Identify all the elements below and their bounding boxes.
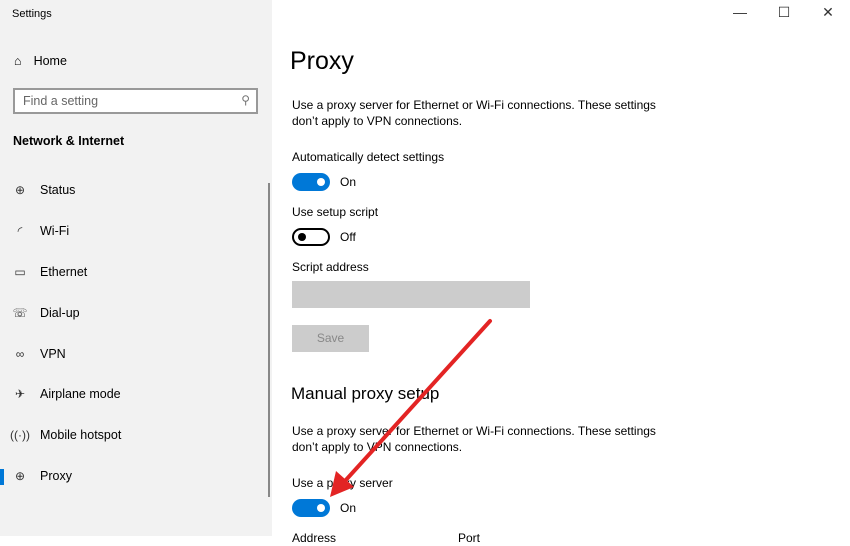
window-controls: — ☐ ✕ — [718, 4, 850, 21]
page-title: Proxy — [290, 47, 354, 75]
sidebar-item-label: Wi-Fi — [40, 224, 70, 239]
sidebar-item-airplane-mode[interactable]: ✈ Airplane mode — [0, 374, 260, 415]
sidebar-item-label: Proxy — [40, 468, 72, 483]
vpn-icon: ∞ — [15, 346, 25, 361]
home-label: Home — [33, 54, 67, 68]
maximize-button[interactable]: ☐ — [762, 4, 806, 21]
use-proxy-state: On — [340, 501, 357, 515]
script-address-label: Script address — [292, 260, 369, 274]
wifi-icon: ◜ — [17, 224, 23, 239]
scrollbar[interactable] — [268, 183, 270, 497]
description-line: Use a proxy server for Ethernet or Wi-Fi… — [292, 98, 656, 112]
sidebar-item-dial-up[interactable]: ☏ Dial-up — [0, 292, 260, 333]
sidebar-item-label: VPN — [40, 346, 66, 361]
home-icon: ⌂ — [14, 54, 22, 68]
close-button[interactable]: ✕ — [806, 4, 850, 21]
sidebar-item-wi-fi[interactable]: ◜ Wi-Fi — [0, 211, 260, 252]
address-label: Address — [292, 531, 337, 545]
auto-detect-toggle[interactable] — [292, 173, 330, 191]
nav-list: ⊕ Status ◜ Wi-Fi ▭ Ethernet ☏ Dial-up ∞ VPN ✈ Airpl… — [0, 170, 260, 496]
home-nav[interactable]: ⌂ Home — [14, 54, 67, 68]
ethernet-icon: ▭ — [14, 264, 26, 279]
sidebar-item-label: Mobile hotspot — [40, 428, 122, 443]
search-icon: ⚲ — [241, 93, 250, 107]
sidebar-item-label: Ethernet — [40, 264, 88, 279]
app-title: Settings — [12, 8, 52, 20]
dialup-icon: ☏ — [12, 305, 28, 320]
minimize-button[interactable]: — — [718, 4, 762, 21]
setup-script-label: Use setup script — [292, 205, 379, 219]
sidebar-item-label: Airplane mode — [40, 387, 121, 402]
setup-script-toggle[interactable] — [292, 228, 330, 246]
sidebar-item-status[interactable]: ⊕ Status — [0, 170, 260, 211]
sidebar: Settings ⌂ Home Find a setting ⚲ Network &… — [0, 0, 272, 536]
sidebar-item-ethernet[interactable]: ▭ Ethernet — [0, 252, 260, 293]
description-line: don’t apply to VPN connections. — [292, 114, 463, 128]
sidebar-item-vpn[interactable]: ∞ VPN — [0, 333, 260, 374]
description-line: don’t apply to VPN connections. — [292, 440, 463, 454]
manual-proxy-heading: Manual proxy setup — [291, 384, 440, 403]
use-proxy-label: Use a proxy server — [292, 476, 393, 490]
save-button[interactable]: Save — [292, 325, 369, 352]
sidebar-item-label: Dial-up — [40, 305, 80, 320]
use-proxy-toggle[interactable] — [292, 499, 330, 517]
auto-detect-label: Automatically detect settings — [292, 150, 445, 164]
airplane-icon: ✈ — [14, 387, 26, 402]
auto-detect-state: On — [340, 175, 357, 189]
hotspot-icon: ((·)) — [10, 428, 30, 443]
script-address-input[interactable] — [292, 281, 530, 308]
sidebar-item-proxy[interactable]: ⊕ Proxy — [0, 456, 260, 497]
search-input[interactable]: Find a setting ⚲ — [13, 88, 258, 114]
globe-monitor-icon: ⊕ — [14, 183, 26, 198]
section-heading: Network & Internet — [13, 134, 125, 148]
sidebar-item-label: Status — [40, 183, 76, 198]
sidebar-item-mobile-hotspot[interactable]: ((·)) Mobile hotspot — [0, 415, 260, 456]
search-placeholder: Find a setting — [23, 94, 99, 108]
description-line: Use a proxy server for Ethernet or Wi-Fi… — [292, 424, 656, 438]
globe-icon: ⊕ — [14, 468, 26, 483]
setup-script-state: Off — [340, 230, 356, 244]
port-label: Port — [458, 531, 481, 545]
